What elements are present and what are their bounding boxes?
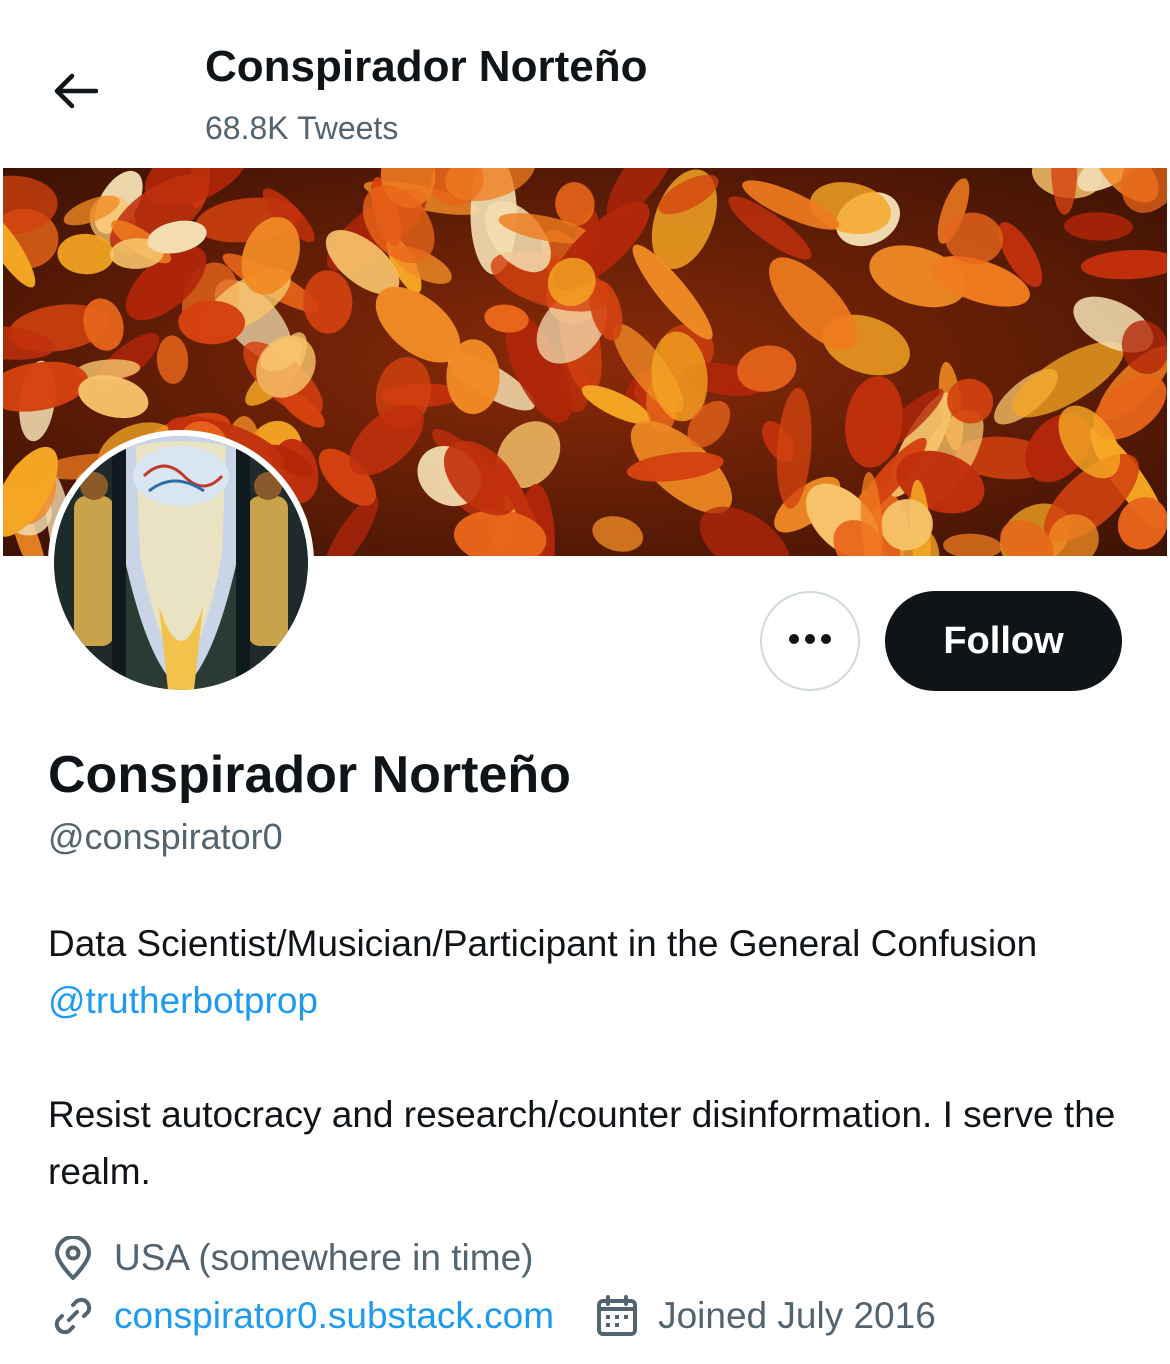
profile-name: Conspirador Norteño xyxy=(48,746,571,804)
tweet-count: 68.8K Tweets xyxy=(205,110,399,146)
follow-button[interactable]: Follow xyxy=(885,591,1122,691)
bio-paragraph-2: Resist autocracy and research/counter di… xyxy=(48,1094,1116,1192)
link-icon xyxy=(48,1291,98,1341)
website-item: conspirator0.substack.com xyxy=(48,1291,554,1341)
website-joined-row: conspirator0.substack.com Joined July 20… xyxy=(48,1291,936,1341)
banner-leaf xyxy=(446,339,500,415)
back-button[interactable] xyxy=(40,58,110,128)
profile-handle: @conspirator0 xyxy=(48,816,283,857)
website-link[interactable]: conspirator0.substack.com xyxy=(114,1295,554,1337)
bio-mention-link[interactable]: @trutherbotprop xyxy=(48,980,318,1021)
location-row: USA (somewhere in time) xyxy=(48,1233,533,1283)
joined-text: Joined July 2016 xyxy=(658,1295,936,1336)
calendar-icon xyxy=(592,1291,642,1341)
bio-text: Data Scientist/Musician/Participant in t… xyxy=(48,923,1038,964)
location-text: USA (somewhere in time) xyxy=(114,1237,534,1278)
more-options-button[interactable] xyxy=(760,591,860,691)
header-title: Conspirador Norteño xyxy=(205,42,648,91)
bio-paragraph: Data Scientist/Musician/Participant in t… xyxy=(48,915,1128,1029)
location-pin-icon xyxy=(48,1233,98,1283)
profile-avatar[interactable] xyxy=(48,430,314,696)
more-dots-icon xyxy=(787,632,833,650)
joined-item: Joined July 2016 xyxy=(592,1291,936,1341)
top-bar: Conspirador Norteño 68.8K Tweets xyxy=(0,0,1170,168)
arrow-left-icon xyxy=(52,71,99,116)
profile-bio: Data Scientist/Musician/Participant in t… xyxy=(48,915,1128,1200)
